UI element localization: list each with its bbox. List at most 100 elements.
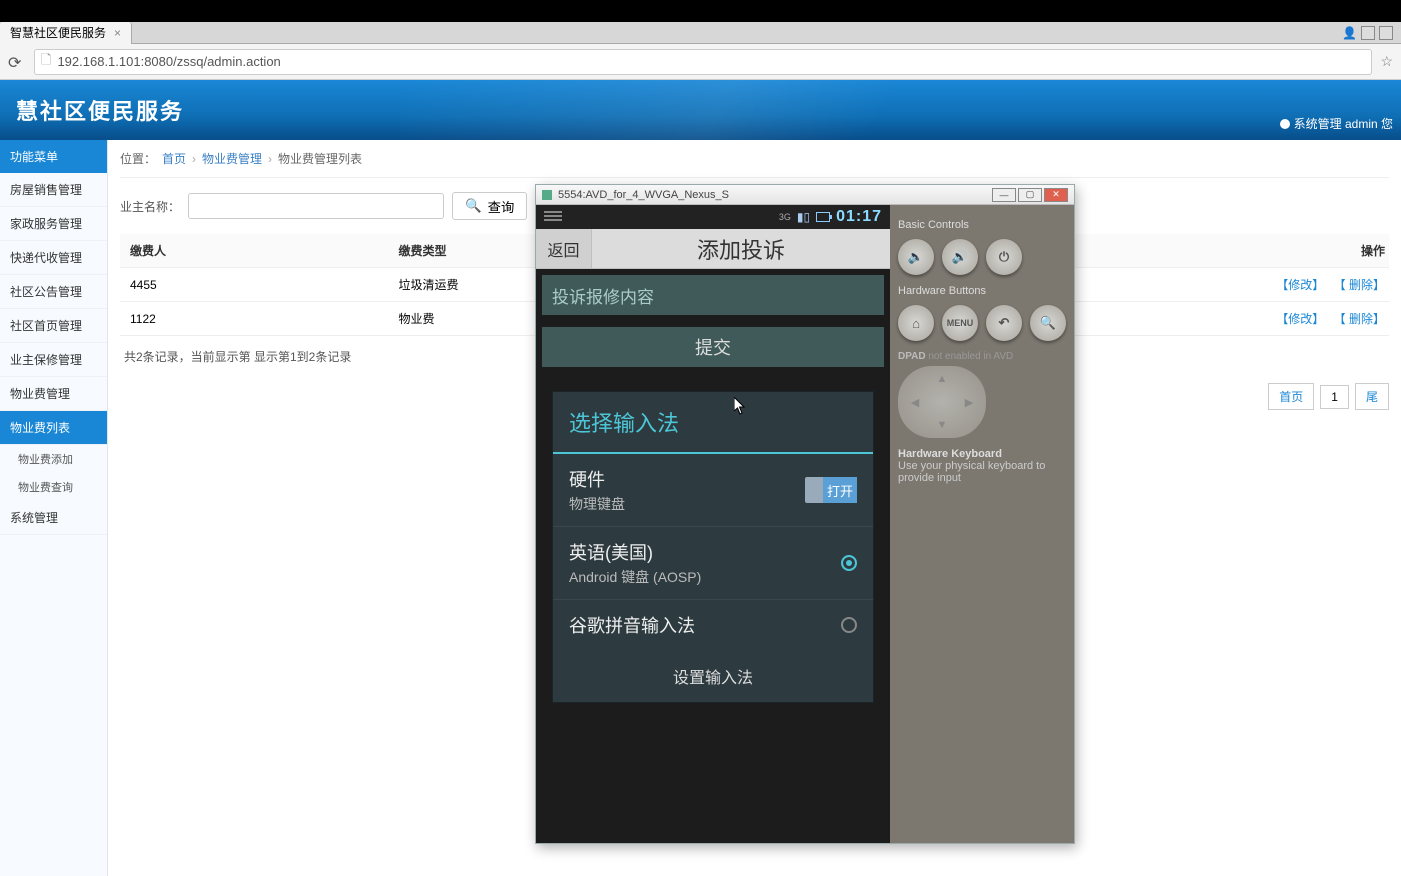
emulator-controls: Basic Controls 🔈 🔊 ⏻ Hardware Buttons ⌂ … xyxy=(890,205,1074,843)
sidebar-item-homeservice[interactable]: 家政服务管理 xyxy=(0,207,107,241)
emu-maximize-icon[interactable]: ▢ xyxy=(1018,188,1042,202)
ime-row-pinyin[interactable]: 谷歌拼音输入法 xyxy=(553,600,873,650)
submit-button[interactable]: 提交 xyxy=(542,327,884,367)
power-icon[interactable]: ⏻ xyxy=(986,239,1022,275)
search-button-label: 查询 xyxy=(488,197,515,216)
complaint-placeholder: 投诉报修内容 xyxy=(552,283,654,308)
battery-icon xyxy=(816,212,830,222)
sidebar-sub-add[interactable]: 物业费添加 xyxy=(0,445,107,473)
topbar-black xyxy=(0,0,1401,22)
breadcrumb-label: 位置： xyxy=(120,150,156,167)
complaint-input[interactable]: 投诉报修内容 xyxy=(542,275,884,315)
bookmark-icon[interactable]: ☆ xyxy=(1380,53,1393,70)
sidebar-item-repair[interactable]: 业主保修管理 xyxy=(0,343,107,377)
app-title: 添加投诉 xyxy=(592,233,890,265)
ime-radio-pinyin[interactable] xyxy=(841,617,857,633)
android-statusbar: 3G ▮▯ 01:17 xyxy=(536,205,890,229)
sidebar-item-house[interactable]: 房屋销售管理 xyxy=(0,173,107,207)
sidebar-item-fee[interactable]: 物业费管理 xyxy=(0,377,107,411)
home-icon[interactable]: ⌂ xyxy=(898,305,934,341)
switch-on-label: 打开 xyxy=(823,477,857,503)
user-icon: 👤 xyxy=(1342,26,1357,40)
row-delete-link[interactable]: 【 删除】 xyxy=(1334,278,1385,292)
tab-close-icon[interactable]: × xyxy=(114,26,121,40)
pager-next[interactable]: 尾 xyxy=(1355,383,1389,410)
ime-en-sub: Android 键盘 (AOSP) xyxy=(569,567,841,587)
sidebar-item-homepage[interactable]: 社区首页管理 xyxy=(0,309,107,343)
window-restore-icon[interactable] xyxy=(1379,26,1393,40)
dpad-left-icon[interactable]: ◀ xyxy=(904,391,926,413)
owner-name-input[interactable] xyxy=(188,193,444,219)
breadcrumb-sep-icon: › xyxy=(192,152,196,166)
reload-icon[interactable]: ⟳ xyxy=(8,53,26,71)
tab-title: 智慧社区便民服务 xyxy=(10,24,106,41)
back-button[interactable]: 返回 xyxy=(536,229,592,268)
app-header: 返回 添加投诉 xyxy=(536,229,890,269)
controls-hw-label: Hardware Buttons xyxy=(898,285,1066,297)
breadcrumb-home[interactable]: 首页 xyxy=(162,150,186,167)
ime-hw-title: 硬件 xyxy=(569,466,805,492)
sidebar: 功能菜单 房屋销售管理 家政服务管理 快递代收管理 社区公告管理 社区首页管理 … xyxy=(0,140,108,876)
ime-settings-link[interactable]: 设置输入法 xyxy=(553,650,873,702)
emulator-icon xyxy=(542,190,552,200)
emulator-title: 5554:AVD_for_4_WVGA_Nexus_S xyxy=(558,189,729,201)
phone-screen: 3G ▮▯ 01:17 返回 添加投诉 投诉报修内容 提交 选择输入法 硬件 物… xyxy=(536,205,890,843)
controls-basic-label: Basic Controls xyxy=(898,219,1066,231)
ime-row-hardware[interactable]: 硬件 物理键盘 打开 xyxy=(553,454,873,527)
ime-radio-english[interactable] xyxy=(841,555,857,571)
ime-en-title: 英语(美国) xyxy=(569,539,841,565)
emulator-titlebar[interactable]: 5554:AVD_for_4_WVGA_Nexus_S — ▢ ✕ xyxy=(536,185,1074,205)
pager: 首页 1 尾 xyxy=(1268,383,1389,410)
breadcrumb-fee[interactable]: 物业费管理 xyxy=(202,150,262,167)
sidebar-item-announce[interactable]: 社区公告管理 xyxy=(0,275,107,309)
sidebar-item-express[interactable]: 快递代收管理 xyxy=(0,241,107,275)
url-field[interactable]: 🗋 192.168.1.101:8080/zssq/admin.action xyxy=(34,49,1372,75)
ime-dialog: 选择输入法 硬件 物理键盘 打开 英语(美国) Android 键盘 (AOSP… xyxy=(552,391,874,703)
browser-tab-row: 智慧社区便民服务 × 👤 xyxy=(0,22,1401,44)
cell-payer: 4455 xyxy=(120,268,389,302)
dpad-right-icon[interactable]: ▶ xyxy=(958,391,980,413)
breadcrumb: 位置： 首页 › 物业费管理 › 物业费管理列表 xyxy=(120,140,1389,178)
dpad-down-icon[interactable]: ▼ xyxy=(931,414,953,436)
back-icon[interactable]: ↶ xyxy=(986,305,1022,341)
header-user[interactable]: 系统管理 admin 您 xyxy=(1280,115,1393,132)
ime-pinyin-title: 谷歌拼音输入法 xyxy=(569,612,841,638)
dpad: ▲ ▼ ◀ ▶ xyxy=(898,366,986,438)
volume-down-icon[interactable]: 🔈 xyxy=(898,239,934,275)
breadcrumb-current: 物业费管理列表 xyxy=(278,150,362,167)
doc-icon: 🗋 xyxy=(41,51,51,73)
window-minimize-icon[interactable] xyxy=(1361,26,1375,40)
dpad-up-icon[interactable]: ▲ xyxy=(931,368,953,390)
pager-home[interactable]: 首页 xyxy=(1268,383,1314,410)
menu-grip-icon xyxy=(544,211,562,223)
url-text: 192.168.1.101:8080/zssq/admin.action xyxy=(57,54,280,69)
search-button[interactable]: 🔍 查询 xyxy=(452,192,527,220)
search-icon: 🔍 xyxy=(465,198,482,214)
row-edit-link[interactable]: 【修改】 xyxy=(1276,278,1324,292)
sidebar-sub-list[interactable]: 物业费列表 xyxy=(0,411,107,445)
signal-icon: ▮▯ xyxy=(797,210,810,224)
emulator-window[interactable]: 5554:AVD_for_4_WVGA_Nexus_S — ▢ ✕ 3G ▮▯ … xyxy=(535,184,1075,844)
site-title: 慧社区便民服务 xyxy=(16,94,184,126)
cell-payer: 1122 xyxy=(120,302,389,336)
statusbar-time: 01:17 xyxy=(836,208,882,226)
hw-keyboard-label: Hardware Keyboard Use your physical keyb… xyxy=(898,448,1066,484)
window-controls-top: 👤 xyxy=(1342,26,1393,40)
ime-row-english[interactable]: 英语(美国) Android 键盘 (AOSP) xyxy=(553,527,873,600)
search-label: 业主名称： xyxy=(120,198,180,215)
menu-button[interactable]: MENU xyxy=(942,305,978,341)
dpad-label: DPAD not enabled in AVD xyxy=(898,351,1066,362)
address-bar: ⟳ 🗋 192.168.1.101:8080/zssq/admin.action… xyxy=(0,44,1401,80)
emu-close-icon[interactable]: ✕ xyxy=(1044,188,1068,202)
pager-current: 1 xyxy=(1320,385,1349,409)
row-delete-link[interactable]: 【 删除】 xyxy=(1334,312,1385,326)
browser-tab[interactable]: 智慧社区便民服务 × xyxy=(0,22,132,44)
sidebar-item-system[interactable]: 系统管理 xyxy=(0,501,107,535)
header-banner: 慧社区便民服务 系统管理 admin 您 xyxy=(0,80,1401,140)
volume-up-icon[interactable]: 🔊 xyxy=(942,239,978,275)
ime-hw-switch[interactable]: 打开 xyxy=(805,477,857,503)
sidebar-sub-query[interactable]: 物业费查询 xyxy=(0,473,107,501)
search-hw-icon[interactable]: 🔍 xyxy=(1030,305,1066,341)
emu-minimize-icon[interactable]: — xyxy=(992,188,1016,202)
row-edit-link[interactable]: 【修改】 xyxy=(1276,312,1324,326)
